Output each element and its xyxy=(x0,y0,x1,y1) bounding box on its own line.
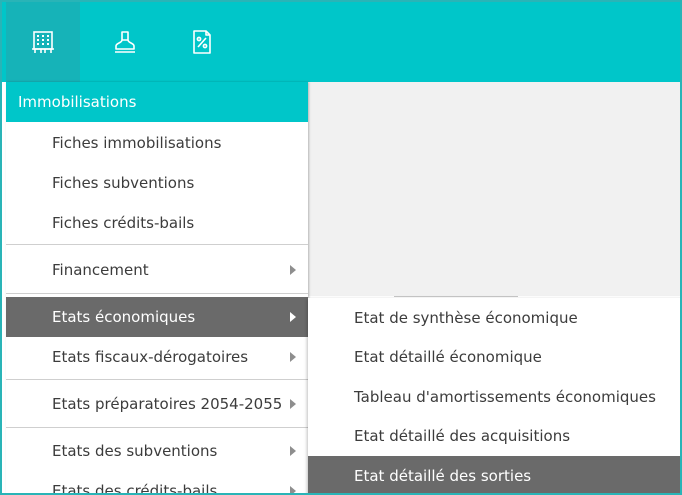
menu-divider xyxy=(6,293,308,294)
top-toolbar xyxy=(2,2,680,82)
submenu-item-label: Etat détaillé des sorties xyxy=(354,467,532,485)
submenu-item-etat-detaille-acquisitions[interactable]: Etat détaillé des acquisitions xyxy=(308,416,680,456)
chevron-right-icon xyxy=(290,486,296,493)
menu-item-label: Fiches immobilisations xyxy=(52,134,222,152)
menu-item-label: Fiches subventions xyxy=(52,174,195,192)
dropdown-menu: Immobilisations Fiches immobilisations F… xyxy=(6,82,308,495)
menu-item-etats-des-subventions[interactable]: Etats des subventions xyxy=(6,431,308,471)
menu-header: Immobilisations xyxy=(6,82,308,122)
menu-item-fiches-immobilisations[interactable]: Fiches immobilisations xyxy=(6,123,308,163)
submenu-item-label: Etat de synthèse économique xyxy=(354,309,578,327)
menu-item-label: Etats fiscaux-dérogatoires xyxy=(52,348,249,366)
submenu-item-label: Tableau d'amortissements économiques xyxy=(354,388,656,406)
menu-item-label: Etats des crédits-bails xyxy=(52,482,218,495)
menu-divider xyxy=(6,379,308,380)
app-window: Immobilisations Fiches immobilisations F… xyxy=(0,0,682,495)
menu-divider xyxy=(6,427,308,428)
chevron-right-icon xyxy=(290,399,296,409)
menu-item-etats-des-credits-bails[interactable]: Etats des crédits-bails xyxy=(6,471,308,495)
submenu-item-etat-detaille-sorties[interactable]: Etat détaillé des sorties xyxy=(308,456,680,493)
menu-item-etats-preparatoires[interactable]: Etats préparatoires 2054-2055 xyxy=(6,384,308,424)
menu-item-label: Etats des subventions xyxy=(52,442,218,460)
chevron-right-icon xyxy=(290,265,296,275)
menu-item-etats-fiscaux-derogatoires[interactable]: Etats fiscaux-dérogatoires xyxy=(6,337,308,377)
submenu-item-label: Etat détaillé des acquisitions xyxy=(354,427,571,445)
menu-item-label: Fiches crédits-bails xyxy=(52,214,195,232)
submenu-item-label: Etat détaillé économique xyxy=(354,348,542,366)
content-divider xyxy=(394,296,518,297)
submenu-item-etat-detaille-economique[interactable]: Etat détaillé économique xyxy=(308,337,680,377)
chevron-right-icon xyxy=(290,446,296,456)
chevron-right-icon xyxy=(290,312,296,322)
stamp-icon[interactable] xyxy=(88,2,162,82)
menu-item-label: Financement xyxy=(52,261,149,279)
menu-item-etats-economiques[interactable]: Etats économiques xyxy=(6,297,308,337)
submenu-etats-economiques: Etat de synthèse économique Etat détaill… xyxy=(308,298,680,493)
menu-item-fiches-credits-bails[interactable]: Fiches crédits-bails xyxy=(6,203,308,243)
chevron-right-icon xyxy=(290,352,296,362)
menu-item-label: Etats préparatoires 2054-2055 xyxy=(52,395,283,413)
content-area xyxy=(308,82,680,296)
menu-divider xyxy=(6,244,308,245)
building-icon[interactable] xyxy=(6,2,80,82)
menu-item-financement[interactable]: Financement xyxy=(6,250,308,290)
percent-document-icon[interactable] xyxy=(165,2,239,82)
menu-item-label: Etats économiques xyxy=(52,308,196,326)
submenu-item-tableau-amortissements[interactable]: Tableau d'amortissements économiques xyxy=(308,377,680,417)
menu-item-fiches-subventions[interactable]: Fiches subventions xyxy=(6,163,308,203)
submenu-item-etat-synthese-economique[interactable]: Etat de synthèse économique xyxy=(308,298,680,338)
